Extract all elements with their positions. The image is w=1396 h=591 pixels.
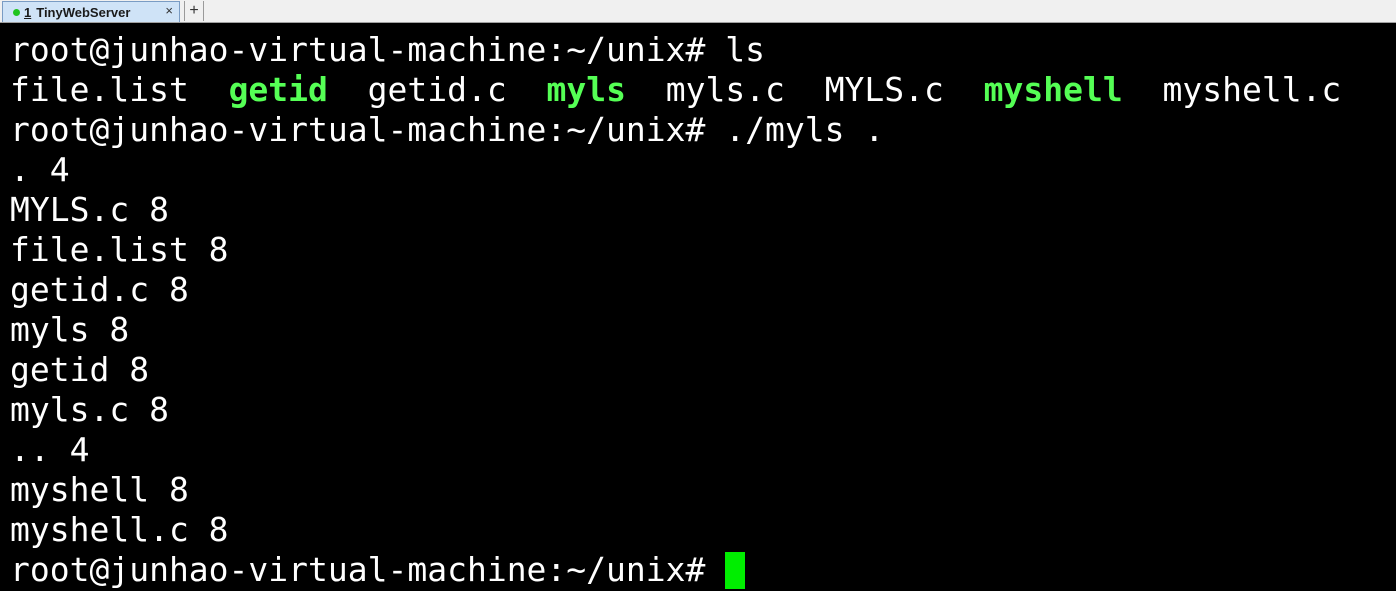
myls-output-line: myls 8 [10,310,130,349]
myls-output: . 4 MYLS.c 8 file.list 8 getid.c 8 myls 8 get… [10,150,1396,550]
status-dot-icon [13,8,20,16]
close-icon[interactable]: × [165,3,173,18]
ls-entry: getid.c [367,70,507,109]
ls-entry-executable: myls [546,70,626,109]
ls-entry-executable: myshell [983,70,1123,109]
prompt: root@junhao-virtual-machine:~/unix# [10,110,706,149]
command-line-myls: root@junhao-virtual-machine:~/unix# ./my… [10,110,1396,150]
ls-entry: MYLS.c [824,70,944,109]
myls-output-line: myshell.c 8 [10,510,229,549]
ls-output-line: file.list getid getid.c myls myls.c MYLS… [10,70,1396,110]
myls-output-line: myshell 8 [10,470,189,509]
ls-entry: myls.c [665,70,785,109]
command-line-current: root@junhao-virtual-machine:~/unix# [10,550,1396,590]
tab-tinywebserver[interactable]: 1 TinyWebServer × [2,1,180,22]
add-tab-button[interactable]: + [184,1,204,21]
tab-number: 1 [24,4,32,20]
myls-output-line: myls.c 8 [10,390,169,429]
myls-output-line: MYLS.c 8 [10,190,169,229]
myls-output-line: . 4 [10,150,70,189]
prompt: root@junhao-virtual-machine:~/unix# [10,550,706,589]
command-text: ls [705,30,765,69]
ls-entry-executable: getid [228,70,328,109]
myls-output-line: getid 8 [10,350,150,389]
myls-output-line: .. 4 [10,430,90,469]
myls-output-line: getid.c 8 [10,270,189,309]
myls-output-line: file.list 8 [10,230,229,269]
cursor-block [725,552,746,589]
tab-bar: 1 TinyWebServer × + [0,0,1396,23]
ls-entry: myshell.c [1162,70,1342,109]
terminal-output[interactable]: root@junhao-virtual-machine:~/unix# ls f… [0,24,1396,591]
command-text: ./myls . [705,110,885,149]
tab-title: TinyWebServer [36,4,131,20]
ls-entry: file.list [10,70,189,109]
prompt: root@junhao-virtual-machine:~/unix# [10,30,706,69]
command-line-ls: root@junhao-virtual-machine:~/unix# ls [10,30,1396,70]
